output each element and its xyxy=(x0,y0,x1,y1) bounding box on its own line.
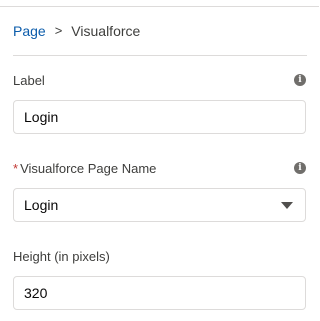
label-info-icon[interactable]: i xyxy=(294,74,306,86)
page-name-info-icon[interactable]: i xyxy=(294,162,306,174)
top-divider xyxy=(0,6,319,7)
label-field-label-text: Label xyxy=(13,73,45,88)
breadcrumb-link-page[interactable]: Page xyxy=(13,22,46,40)
label-field-label: Label xyxy=(13,73,45,89)
chevron-down-icon xyxy=(281,202,293,209)
visualforce-properties-panel: Page > Visualforce Label i * Visualforce… xyxy=(0,0,319,321)
breadcrumb-divider xyxy=(13,55,307,56)
height-label-text: Height (in pixels) xyxy=(13,249,110,264)
page-name-selected-value: Login xyxy=(24,197,59,213)
page-name-field-label: * Visualforce Page Name xyxy=(13,161,156,177)
page-name-label-text: Visualforce Page Name xyxy=(20,161,157,176)
breadcrumb: Page > Visualforce xyxy=(13,22,140,40)
height-field-label: Height (in pixels) xyxy=(13,249,110,265)
required-marker: * xyxy=(13,161,19,176)
breadcrumb-current: Visualforce xyxy=(71,23,141,39)
label-input[interactable] xyxy=(13,100,306,134)
breadcrumb-separator: > xyxy=(54,23,63,38)
page-name-select[interactable]: Login xyxy=(13,188,306,222)
height-input[interactable] xyxy=(13,276,306,310)
